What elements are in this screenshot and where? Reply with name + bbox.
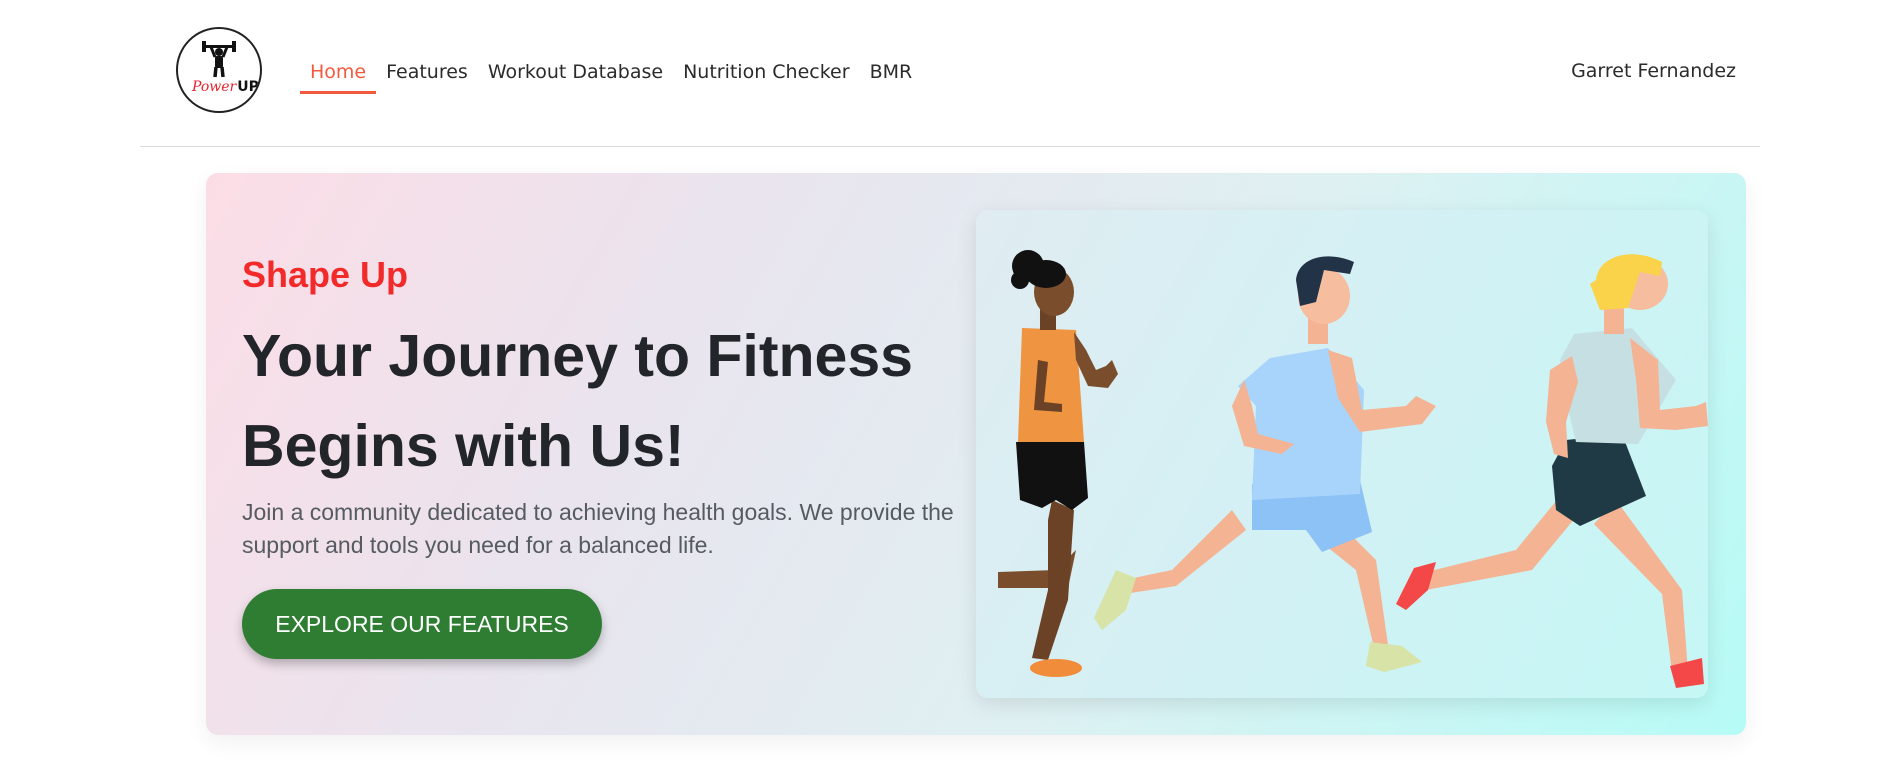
powerup-logo[interactable]: PowerUP: [176, 27, 262, 113]
runner-two: [1094, 256, 1436, 672]
hero-illustration-card: [976, 210, 1708, 698]
hero-headline: Your Journey to Fitness Begins with Us!: [242, 323, 913, 479]
main-nav: Home Features Workout Database Nutrition…: [300, 52, 922, 94]
nav-nutrition-checker[interactable]: Nutrition Checker: [673, 52, 860, 94]
weightlifter-icon: [202, 41, 236, 78]
site-header: PowerUP Home Features Workout Database N…: [140, 0, 1760, 147]
nav-bmr[interactable]: BMR: [860, 52, 923, 94]
nav-home[interactable]: Home: [300, 52, 377, 94]
explore-features-button[interactable]: EXPLORE OUR FEATURES: [242, 589, 602, 659]
logo-wordmark: PowerUP: [192, 79, 259, 95]
hero-eyebrow: Shape Up: [242, 254, 409, 295]
hero-description: Join a community dedicated to achieving …: [242, 499, 954, 558]
nav-workout-database[interactable]: Workout Database: [478, 52, 673, 94]
runners-illustration: [998, 250, 1708, 688]
runner-three: [1396, 254, 1708, 688]
user-menu[interactable]: Garret Fernandez: [1571, 60, 1736, 82]
hero-banner: Shape Up Your Journey to Fitness Begins …: [206, 173, 1746, 735]
nav-features[interactable]: Features: [376, 52, 478, 94]
